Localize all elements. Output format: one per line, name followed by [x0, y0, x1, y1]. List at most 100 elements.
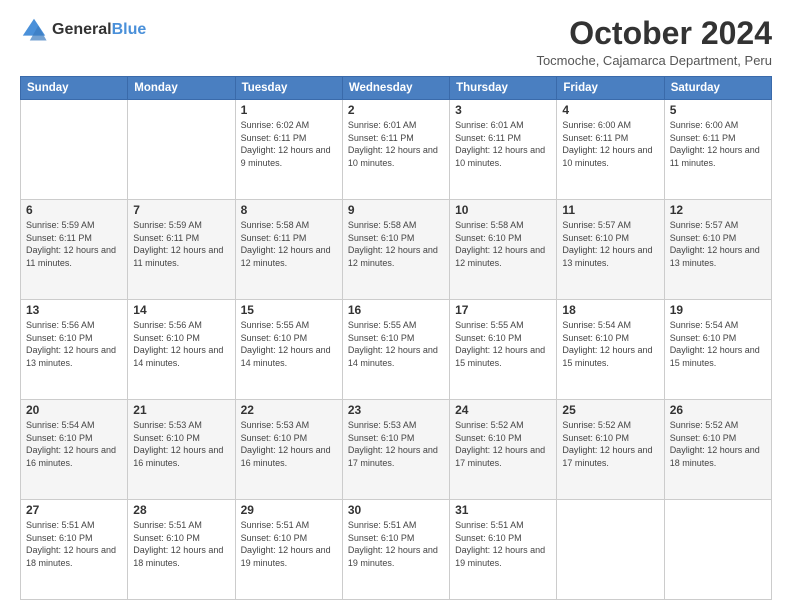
day-info: Sunrise: 5:55 AMSunset: 6:10 PMDaylight:… [348, 319, 444, 369]
day-info: Sunrise: 5:51 AMSunset: 6:10 PMDaylight:… [455, 519, 551, 569]
col-thursday: Thursday [450, 77, 557, 100]
calendar-page: General Blue October 2024 Tocmoche, Caja… [0, 0, 792, 612]
week-row-3: 13 Sunrise: 5:56 AMSunset: 6:10 PMDayligh… [21, 300, 772, 400]
day-info: Sunrise: 5:55 AMSunset: 6:10 PMDaylight:… [455, 319, 551, 369]
day-info: Sunrise: 6:01 AMSunset: 6:11 PMDaylight:… [455, 119, 551, 169]
day-info: Sunrise: 5:51 AMSunset: 6:10 PMDaylight:… [133, 519, 229, 569]
calendar-cell: 10 Sunrise: 5:58 AMSunset: 6:10 PMDayligh… [450, 200, 557, 300]
location-subtitle: Tocmoche, Cajamarca Department, Peru [536, 53, 772, 68]
day-info: Sunrise: 6:00 AMSunset: 6:11 PMDaylight:… [562, 119, 658, 169]
col-saturday: Saturday [664, 77, 771, 100]
day-number: 14 [133, 303, 229, 317]
calendar-cell: 21 Sunrise: 5:53 AMSunset: 6:10 PMDayligh… [128, 400, 235, 500]
day-number: 2 [348, 103, 444, 117]
week-row-1: 1 Sunrise: 6:02 AMSunset: 6:11 PMDaylight… [21, 100, 772, 200]
calendar-header-row: Sunday Monday Tuesday Wednesday Thursday… [21, 77, 772, 100]
calendar-cell: 19 Sunrise: 5:54 AMSunset: 6:10 PMDayligh… [664, 300, 771, 400]
day-number: 26 [670, 403, 766, 417]
day-number: 5 [670, 103, 766, 117]
col-tuesday: Tuesday [235, 77, 342, 100]
day-info: Sunrise: 5:56 AMSunset: 6:10 PMDaylight:… [133, 319, 229, 369]
month-title: October 2024 [536, 16, 772, 51]
day-info: Sunrise: 5:52 AMSunset: 6:10 PMDaylight:… [562, 419, 658, 469]
col-sunday: Sunday [21, 77, 128, 100]
calendar-cell: 22 Sunrise: 5:53 AMSunset: 6:10 PMDayligh… [235, 400, 342, 500]
day-number: 21 [133, 403, 229, 417]
day-info: Sunrise: 5:51 AMSunset: 6:10 PMDaylight:… [26, 519, 122, 569]
week-row-4: 20 Sunrise: 5:54 AMSunset: 6:10 PMDayligh… [21, 400, 772, 500]
logo-general: General [52, 21, 112, 39]
day-number: 24 [455, 403, 551, 417]
day-number: 1 [241, 103, 337, 117]
week-row-2: 6 Sunrise: 5:59 AMSunset: 6:11 PMDaylight… [21, 200, 772, 300]
calendar-cell: 6 Sunrise: 5:59 AMSunset: 6:11 PMDaylight… [21, 200, 128, 300]
calendar-cell [664, 500, 771, 600]
title-block: October 2024 Tocmoche, Cajamarca Departm… [536, 16, 772, 68]
day-number: 19 [670, 303, 766, 317]
calendar-cell: 27Sunrise: 5:51 AMSunset: 6:10 PMDayligh… [21, 500, 128, 600]
day-info: Sunrise: 5:54 AMSunset: 6:10 PMDaylight:… [670, 319, 766, 369]
day-number: 30 [348, 503, 444, 517]
day-info: Sunrise: 5:53 AMSunset: 6:10 PMDaylight:… [133, 419, 229, 469]
calendar-cell: 2 Sunrise: 6:01 AMSunset: 6:11 PMDaylight… [342, 100, 449, 200]
day-number: 31 [455, 503, 551, 517]
logo-icon [20, 16, 48, 44]
day-info: Sunrise: 5:58 AMSunset: 6:10 PMDaylight:… [348, 219, 444, 269]
calendar-cell: 28 Sunrise: 5:51 AMSunset: 6:10 PMDayligh… [128, 500, 235, 600]
day-number: 13 [26, 303, 122, 317]
day-info: Sunrise: 5:55 AMSunset: 6:10 PMDaylight:… [241, 319, 337, 369]
calendar-cell: 26Sunrise: 5:52 AMSunset: 6:10 PMDayligh… [664, 400, 771, 500]
day-info: Sunrise: 5:54 AMSunset: 6:10 PMDaylight:… [26, 419, 122, 469]
calendar-cell: 20 Sunrise: 5:54 AMSunset: 6:10 PMDayligh… [21, 400, 128, 500]
calendar-cell: 31 Sunrise: 5:51 AMSunset: 6:10 PMDayligh… [450, 500, 557, 600]
calendar-cell: 1 Sunrise: 6:02 AMSunset: 6:11 PMDaylight… [235, 100, 342, 200]
day-number: 4 [562, 103, 658, 117]
day-info: Sunrise: 5:58 AMSunset: 6:11 PMDaylight:… [241, 219, 337, 269]
day-info: Sunrise: 5:53 AMSunset: 6:10 PMDaylight:… [348, 419, 444, 469]
calendar-cell [557, 500, 664, 600]
day-number: 12 [670, 203, 766, 217]
day-info: Sunrise: 6:01 AMSunset: 6:11 PMDaylight:… [348, 119, 444, 169]
calendar-cell: 30Sunrise: 5:51 AMSunset: 6:10 PMDayligh… [342, 500, 449, 600]
day-number: 22 [241, 403, 337, 417]
page-header: General Blue October 2024 Tocmoche, Caja… [20, 16, 772, 68]
day-number: 9 [348, 203, 444, 217]
day-number: 7 [133, 203, 229, 217]
calendar-cell: 18 Sunrise: 5:54 AMSunset: 6:10 PMDayligh… [557, 300, 664, 400]
day-number: 20 [26, 403, 122, 417]
day-info: Sunrise: 5:58 AMSunset: 6:10 PMDaylight:… [455, 219, 551, 269]
day-number: 29 [241, 503, 337, 517]
day-info: Sunrise: 5:56 AMSunset: 6:10 PMDaylight:… [26, 319, 122, 369]
day-info: Sunrise: 5:54 AMSunset: 6:10 PMDaylight:… [562, 319, 658, 369]
calendar-cell: 24 Sunrise: 5:52 AMSunset: 6:10 PMDayligh… [450, 400, 557, 500]
day-info: Sunrise: 5:59 AMSunset: 6:11 PMDaylight:… [26, 219, 122, 269]
day-info: Sunrise: 5:53 AMSunset: 6:10 PMDaylight:… [241, 419, 337, 469]
calendar-cell: 17Sunrise: 5:55 AMSunset: 6:10 PMDayligh… [450, 300, 557, 400]
calendar-cell: 8 Sunrise: 5:58 AMSunset: 6:11 PMDaylight… [235, 200, 342, 300]
day-info: Sunrise: 6:02 AMSunset: 6:11 PMDaylight:… [241, 119, 337, 169]
day-number: 3 [455, 103, 551, 117]
calendar-cell: 14 Sunrise: 5:56 AMSunset: 6:10 PMDayligh… [128, 300, 235, 400]
day-info: Sunrise: 6:00 AMSunset: 6:11 PMDaylight:… [670, 119, 766, 169]
col-friday: Friday [557, 77, 664, 100]
calendar-cell: 13 Sunrise: 5:56 AMSunset: 6:10 PMDayligh… [21, 300, 128, 400]
day-info: Sunrise: 5:52 AMSunset: 6:10 PMDaylight:… [455, 419, 551, 469]
week-row-5: 27Sunrise: 5:51 AMSunset: 6:10 PMDayligh… [21, 500, 772, 600]
day-number: 6 [26, 203, 122, 217]
logo-blue: Blue [112, 21, 147, 39]
logo: General Blue [20, 16, 146, 44]
day-number: 28 [133, 503, 229, 517]
day-number: 23 [348, 403, 444, 417]
day-number: 8 [241, 203, 337, 217]
day-number: 11 [562, 203, 658, 217]
calendar-cell: 16 Sunrise: 5:55 AMSunset: 6:10 PMDayligh… [342, 300, 449, 400]
day-number: 16 [348, 303, 444, 317]
day-number: 25 [562, 403, 658, 417]
calendar-cell: 15 Sunrise: 5:55 AMSunset: 6:10 PMDayligh… [235, 300, 342, 400]
day-info: Sunrise: 5:59 AMSunset: 6:11 PMDaylight:… [133, 219, 229, 269]
calendar-cell: 23 Sunrise: 5:53 AMSunset: 6:10 PMDayligh… [342, 400, 449, 500]
day-number: 15 [241, 303, 337, 317]
day-number: 10 [455, 203, 551, 217]
col-monday: Monday [128, 77, 235, 100]
day-number: 18 [562, 303, 658, 317]
